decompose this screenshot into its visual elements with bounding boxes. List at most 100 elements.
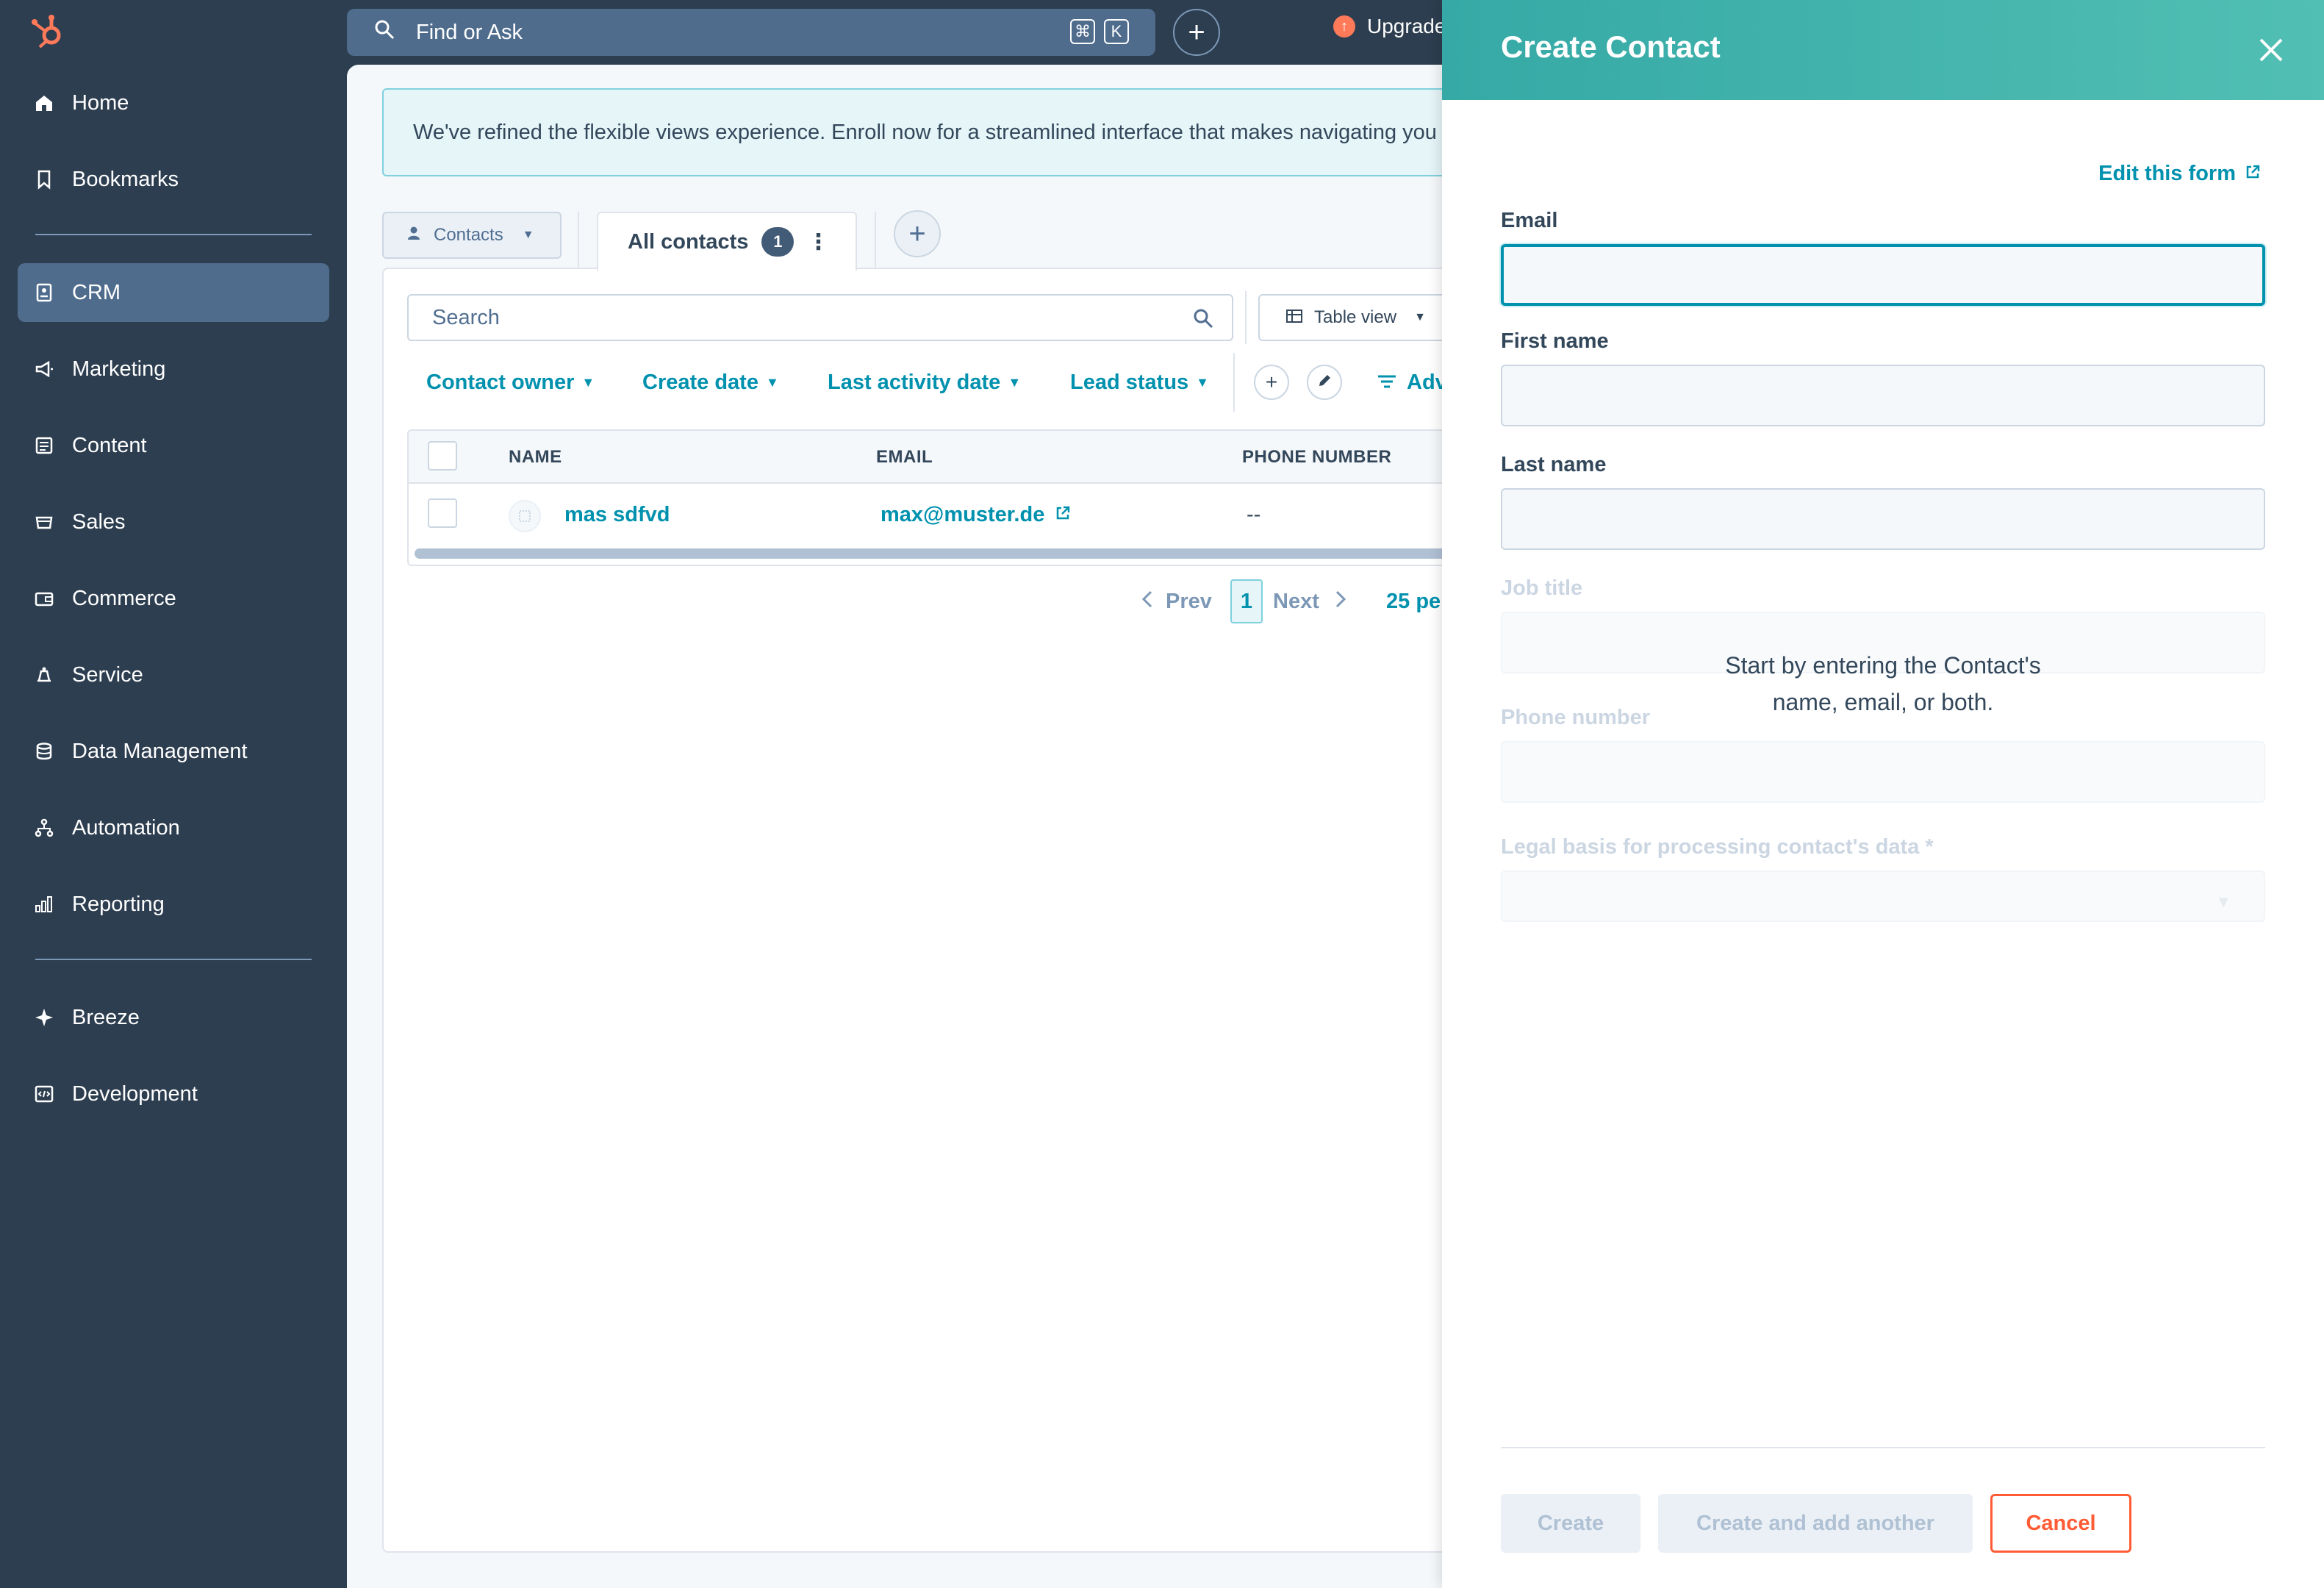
sidebar-item-bookmarks[interactable]: Bookmarks [18,150,329,209]
search-icon [1192,307,1214,335]
external-link-icon [1055,503,1071,527]
caret-down-icon: ▼ [581,374,595,390]
sidebar-item-breeze[interactable]: Breeze [18,988,329,1047]
sidebar-item-label: Home [72,90,129,115]
job-title-label: Job title [1501,576,1583,600]
sidebar-item-commerce[interactable]: Commerce [18,569,329,628]
create-and-add-another-button[interactable]: Create and add another [1658,1494,1973,1553]
sparkle-icon [32,1006,56,1029]
home-icon [32,91,56,115]
phone-number-field [1501,741,2265,803]
filter-contact-owner[interactable]: Contact owner ▼ [426,365,595,400]
pagination-current-page[interactable]: 1 [1230,579,1263,623]
next-label: Next [1273,589,1319,613]
megaphone-icon [32,357,56,381]
row-checkbox[interactable] [428,498,457,528]
filter-label: Create date [642,370,758,394]
contacts-table: NAME EMAIL PHONE NUMBER mas sdfvd max@mu… [407,429,1466,566]
close-icon[interactable] [2253,32,2289,68]
crm-icon [32,281,56,304]
horizontal-scrollbar[interactable] [415,548,1464,559]
global-search-placeholder: Find or Ask [416,20,523,44]
sidebar-item-label: Development [72,1081,198,1106]
column-header-phone-number[interactable]: PHONE NUMBER [1242,447,1391,468]
sidebar-item-reporting[interactable]: Reporting [18,875,329,934]
banner-text: We've refined the flexible views experie… [413,120,1437,144]
object-selector-label: Contacts [434,225,503,245]
create-new-button[interactable]: + [1173,9,1220,56]
panel-header: Create Contact [1442,0,2324,100]
tab-all-contacts[interactable]: All contacts 1 ⋮ [597,212,857,271]
sidebar-item-label: CRM [72,280,121,304]
upgrade-arrow-icon: ↑ [1333,15,1355,37]
edit-filters-button[interactable] [1307,365,1342,400]
caret-down-icon: ▼ [1008,374,1022,390]
sidebar-item-sales[interactable]: Sales [18,493,329,551]
cancel-button[interactable]: Cancel [1990,1494,2131,1553]
form-hint: Start by entering the Contact's name, em… [1501,647,2265,720]
hubspot-logo-icon[interactable] [29,12,69,51]
sidebar-divider [35,234,312,235]
add-filter-button[interactable]: + [1254,365,1289,400]
edit-this-form-link[interactable]: Edit this form [2098,162,2261,186]
plus-icon: + [1188,15,1205,49]
chevron-left-icon [1141,590,1152,614]
hint-line-1: Start by entering the Contact's [1725,652,2041,679]
caret-down-icon: ▼ [765,374,779,390]
email-field[interactable] [1501,244,2265,306]
sidebar-item-crm[interactable]: CRM [18,263,329,322]
select-all-checkbox[interactable] [428,441,457,471]
legal-basis-select: ▼ [1501,870,2265,922]
object-selector-dropdown[interactable]: Contacts ▼ [382,212,562,259]
sidebar-item-label: Service [72,662,143,687]
view-mode-dropdown[interactable]: Table view ▼ [1258,294,1464,341]
filter-label: Contact owner [426,370,575,394]
sidebar-item-label: Sales [72,509,126,534]
filter-label: Lead status [1070,370,1189,394]
caret-down-icon: ▼ [1196,374,1209,390]
sidebar-item-data-management[interactable]: Data Management [18,722,329,781]
sidebar-item-automation[interactable]: Automation [18,798,329,857]
bookmark-icon [32,168,56,191]
sidebar-item-label: Breeze [72,1005,140,1029]
view-mode-label: Table view [1314,307,1397,327]
column-header-name[interactable]: NAME [509,447,562,468]
sales-icon [32,510,56,534]
filter-last-activity-date[interactable]: Last activity date ▼ [828,365,1021,400]
pencil-icon [1316,371,1333,394]
sidebar-item-home[interactable]: Home [18,74,329,132]
divider [875,212,876,268]
panel-title: Create Contact [1501,29,1721,64]
sidebar-item-label: Bookmarks [72,167,179,191]
filter-create-date[interactable]: Create date ▼ [642,365,779,400]
sidebar-item-label: Reporting [72,892,165,916]
divider [1233,353,1235,412]
prev-label: Prev [1166,589,1212,613]
sidebar-item-development[interactable]: Development [18,1065,329,1123]
global-search-input[interactable]: Find or Ask ⌘ K [347,9,1155,56]
first-name-label: First name [1501,329,1609,353]
sidebar-item-label: Automation [72,815,180,840]
first-name-field[interactable] [1501,365,2265,426]
email-label: Email [1501,209,1558,232]
pagination-next-button[interactable]: Next [1273,581,1346,622]
create-button[interactable]: Create [1501,1494,1640,1553]
pagination-prev-button[interactable]: Prev [1141,581,1212,622]
sidebar-item-content[interactable]: Content [18,416,329,475]
contact-email-link[interactable]: max@muster.de [881,503,1071,527]
sidebar-item-marketing[interactable]: Marketing [18,340,329,398]
add-view-button[interactable]: + [894,210,941,257]
sidebar-item-service[interactable]: Service [18,645,329,704]
service-icon [32,663,56,687]
filter-lead-status[interactable]: Lead status ▼ [1070,365,1209,400]
k-key: K [1104,19,1129,44]
last-name-label: Last name [1501,453,1607,476]
last-name-field[interactable] [1501,488,2265,550]
person-icon [407,225,420,246]
sidebar: Home Bookmarks CRM Marketing Content Sal… [0,0,347,1588]
contact-name-link[interactable]: mas sdfvd [564,503,670,527]
upgrade-button[interactable]: ↑ Upgrade [1333,15,1446,38]
table-search-input[interactable]: Search [407,294,1233,341]
more-options-icon[interactable]: ⋮ [807,229,829,255]
column-header-email[interactable]: EMAIL [876,447,933,468]
